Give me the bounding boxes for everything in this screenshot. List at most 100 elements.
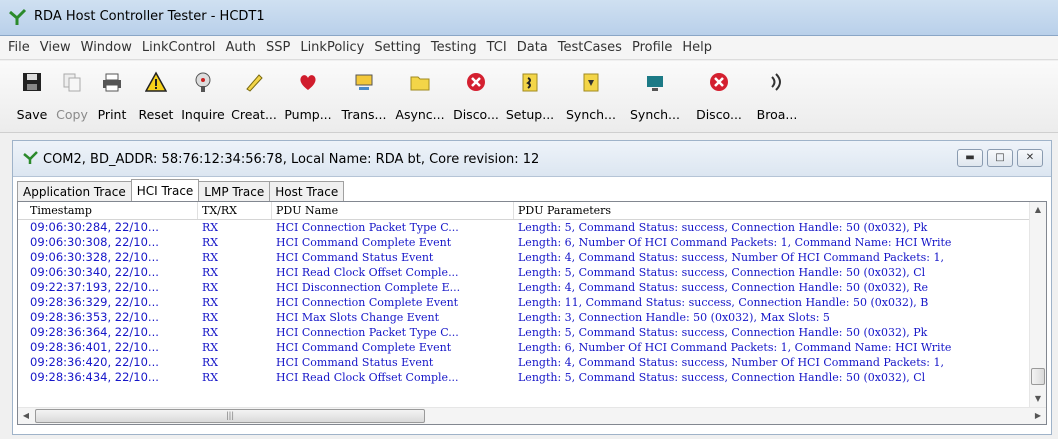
menu-data[interactable]: Data bbox=[515, 40, 556, 55]
copy-icon bbox=[63, 73, 81, 92]
toolbar-setup-button[interactable]: Setup... bbox=[503, 65, 557, 127]
table-row[interactable]: 09:06:30:328, 22/10... RX HCI Command Stat… bbox=[18, 250, 1030, 265]
tab-hci-trace[interactable]: HCI Trace bbox=[130, 179, 200, 201]
toolbar-disco-button[interactable]: Disco... bbox=[450, 65, 502, 127]
table-cell: RX bbox=[202, 281, 219, 294]
table-row[interactable]: 09:28:36:401, 22/10... RX HCI Command Comp… bbox=[18, 340, 1030, 355]
table-row[interactable]: 09:28:36:420, 22/10... RX HCI Command Stat… bbox=[18, 355, 1030, 370]
table-cell: HCI Disconnection Complete E... bbox=[276, 281, 461, 294]
table-row[interactable]: 09:06:30:340, 22/10... RX HCI Read Clock O… bbox=[18, 265, 1030, 280]
table-cell: 09:28:36:420, 22/10... bbox=[30, 355, 159, 369]
column-header-timestamp[interactable]: Timestamp bbox=[18, 202, 198, 219]
menu-bar: File View Window LinkControl Auth SSP LinkPoli… bbox=[0, 36, 1058, 60]
table-row[interactable]: 09:28:36:329, 22/10... RX HCI Connection C… bbox=[18, 295, 1030, 310]
folder-icon bbox=[410, 76, 430, 91]
toolbar-button-label: Inquire bbox=[181, 107, 225, 122]
horizontal-scroll-thumb[interactable]: ||| bbox=[35, 409, 425, 423]
toolbar-button-label: Broa... bbox=[756, 107, 798, 122]
column-header-pdu-name[interactable]: PDU Name bbox=[272, 202, 514, 219]
table-row[interactable]: 09:06:30:284, 22/10... RX HCI Connection P… bbox=[18, 220, 1030, 235]
vertical-scroll-thumb[interactable] bbox=[1031, 368, 1045, 385]
sync-monitor-icon bbox=[647, 76, 663, 91]
list-rows: 09:06:30:284, 22/10... RX HCI Connection P… bbox=[18, 220, 1030, 408]
table-cell: RX bbox=[202, 371, 219, 384]
toolbar-button-label: Synch... bbox=[630, 107, 680, 122]
minimize-button[interactable]: ▬ bbox=[957, 149, 983, 167]
table-row[interactable]: 09:28:36:364, 22/10... RX HCI Connection P… bbox=[18, 325, 1030, 340]
scroll-up-arrow-icon[interactable]: ▲ bbox=[1030, 202, 1046, 218]
toolbar-pump-button[interactable]: Pump... bbox=[282, 65, 334, 127]
list-header: Timestamp TX/RX PDU Name PDU Parameters bbox=[18, 202, 1030, 220]
table-cell: HCI Command Complete Event bbox=[276, 341, 452, 354]
column-header-tx-rx[interactable]: TX/RX bbox=[198, 202, 272, 219]
table-cell: RX bbox=[202, 251, 219, 264]
column-header-pdu-parameters[interactable]: PDU Parameters bbox=[514, 202, 1030, 219]
table-cell: 09:06:30:328, 22/10... bbox=[30, 250, 159, 264]
table-cell: RX bbox=[202, 326, 219, 339]
table-cell: HCI Command Complete Event bbox=[276, 236, 452, 249]
menu-setting[interactable]: Setting bbox=[372, 40, 429, 55]
table-cell: Length: 11, Command Status: success, Con… bbox=[518, 296, 929, 309]
table-cell: HCI Connection Packet Type C... bbox=[276, 221, 459, 234]
toolbar-inquire-button[interactable]: Inquire bbox=[180, 65, 226, 127]
menu-ssp[interactable]: SSP bbox=[264, 40, 298, 55]
table-cell: Length: 5, Command Status: success, Conn… bbox=[518, 326, 928, 339]
toolbar-synch-button[interactable]: Synch... bbox=[560, 65, 622, 127]
table-row[interactable]: 09:28:36:434, 22/10... RX HCI Read Clock O… bbox=[18, 370, 1030, 385]
toolbar-print-button[interactable]: Print bbox=[94, 65, 130, 127]
table-row[interactable]: 09:06:30:308, 22/10... RX HCI Command Comp… bbox=[18, 235, 1030, 250]
toolbar-disco-button[interactable]: Disco... bbox=[688, 65, 750, 127]
table-cell: 09:28:36:329, 22/10... bbox=[30, 295, 159, 309]
toolbar-async-button[interactable]: Async... bbox=[394, 65, 446, 127]
horizontal-scrollbar[interactable]: ◀ ||| ▶ bbox=[18, 407, 1046, 424]
toolbar-button-label: Disco... bbox=[453, 107, 499, 122]
menu-testcases[interactable]: TestCases bbox=[556, 40, 630, 55]
table-cell: RX bbox=[202, 221, 219, 234]
menu-auth[interactable]: Auth bbox=[224, 40, 264, 55]
toolbar-button-label: Async... bbox=[395, 107, 445, 122]
menu-tci[interactable]: TCI bbox=[485, 40, 515, 55]
tab-host-trace[interactable]: Host Trace bbox=[269, 181, 345, 201]
table-cell: HCI Command Status Event bbox=[276, 251, 434, 264]
child-window: COM2, BD_ADDR: 58:76:12:34:56:78, Local … bbox=[12, 140, 1052, 435]
toolbar-button-label: Print bbox=[97, 107, 127, 122]
table-cell: 09:06:30:284, 22/10... bbox=[30, 220, 159, 234]
tab-application-trace[interactable]: Application Trace bbox=[17, 181, 132, 201]
app-logo-icon bbox=[9, 8, 27, 25]
menu-window[interactable]: Window bbox=[79, 40, 140, 55]
vertical-scrollbar[interactable]: ▲ ▼ bbox=[1029, 202, 1046, 407]
close-button[interactable]: ✕ bbox=[1017, 149, 1043, 167]
trace-list[interactable]: Timestamp TX/RX PDU Name PDU Parameters 09:… bbox=[17, 201, 1047, 425]
toolbar-reset-button[interactable]: Reset bbox=[136, 65, 176, 127]
table-cell: Length: 6, Number Of HCI Command Packets… bbox=[518, 341, 952, 354]
table-cell: HCI Read Clock Offset Comple... bbox=[276, 266, 459, 279]
toolbar-synch-button[interactable]: Synch... bbox=[626, 65, 684, 127]
toolbar-save-button[interactable]: Save bbox=[14, 65, 50, 127]
window-title: RDA Host Controller Tester - HCDT1 bbox=[34, 9, 265, 24]
scroll-right-arrow-icon[interactable]: ▶ bbox=[1030, 408, 1046, 424]
table-cell: Length: 5, Command Status: success, Conn… bbox=[518, 371, 926, 384]
menu-help[interactable]: Help bbox=[680, 40, 720, 55]
toolbar-broa-button[interactable]: Broa... bbox=[754, 65, 800, 127]
toolbar-copy-button[interactable]: Copy bbox=[54, 65, 90, 127]
tab-lmp-trace[interactable]: LMP Trace bbox=[198, 181, 271, 201]
menu-testing[interactable]: Testing bbox=[429, 40, 485, 55]
table-row[interactable]: 09:28:36:353, 22/10... RX HCI Max Slots Ch… bbox=[18, 310, 1030, 325]
toolbar-creat-button[interactable]: Creat... bbox=[230, 65, 278, 127]
table-cell: HCI Max Slots Change Event bbox=[276, 311, 440, 324]
scroll-down-arrow-icon[interactable]: ▼ bbox=[1030, 391, 1046, 407]
menu-view[interactable]: View bbox=[38, 40, 79, 55]
table-cell: HCI Command Status Event bbox=[276, 356, 434, 369]
satellite-dish-icon bbox=[195, 72, 211, 92]
transfer-icon bbox=[355, 74, 373, 90]
toolbar-trans-button[interactable]: Trans... bbox=[338, 65, 390, 127]
menu-linkpolicy[interactable]: LinkPolicy bbox=[298, 40, 372, 55]
scroll-left-arrow-icon[interactable]: ◀ bbox=[18, 408, 34, 424]
restore-button[interactable]: □ bbox=[987, 149, 1013, 167]
table-row[interactable]: 09:22:37:193, 22/10... RX HCI Disconnectio… bbox=[18, 280, 1030, 295]
menu-linkcontrol[interactable]: LinkControl bbox=[140, 40, 224, 55]
menu-profile[interactable]: Profile bbox=[630, 40, 680, 55]
table-cell: 09:22:37:193, 22/10... bbox=[30, 280, 159, 294]
menu-file[interactable]: File bbox=[6, 40, 38, 55]
table-cell: RX bbox=[202, 311, 219, 324]
